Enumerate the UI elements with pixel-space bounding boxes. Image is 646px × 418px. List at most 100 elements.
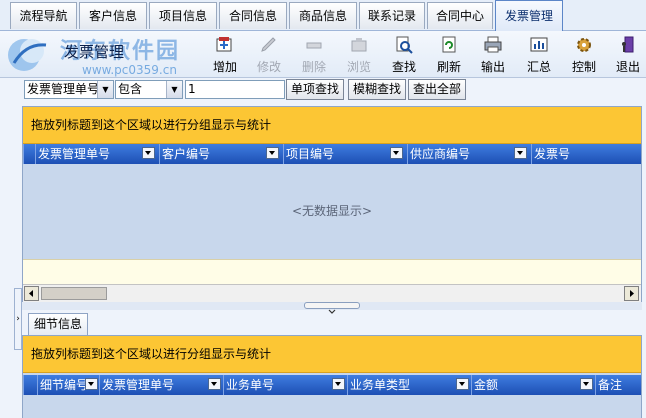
detail-column-header[interactable]: 发票管理单号 [99, 375, 223, 395]
column-header-row: 发票管理单号 客户编号 项目编号 供应商编号 发票号 [23, 144, 641, 164]
refresh-label: 刷新 [436, 60, 461, 74]
edit-label: 修改 [256, 60, 281, 74]
summary-button[interactable]: 汇总 [520, 35, 558, 75]
fuzzy-search-button[interactable]: 模糊查找 [348, 79, 406, 100]
exit-label: 退出 [615, 60, 640, 74]
tab-contact-records[interactable]: 联系记录 [359, 2, 425, 29]
search-field-select[interactable]: 发票管理单号 ▼ [24, 80, 114, 99]
tab-invoice-management[interactable]: 发票管理 [495, 0, 563, 31]
panel-splitter[interactable] [22, 302, 642, 314]
delete-label: 删除 [301, 60, 326, 74]
print-icon [484, 36, 502, 53]
detail-column-header[interactable]: 金额 [471, 375, 595, 395]
edit-button[interactable]: 修改 [250, 35, 288, 75]
search-field-value: 发票管理单号 [27, 82, 100, 96]
summary-icon [530, 37, 548, 52]
column-header-label: 备注 [598, 378, 623, 392]
row-indicator-header [23, 144, 35, 164]
scroll-thumb[interactable] [41, 287, 107, 300]
new-row[interactable] [23, 259, 641, 284]
delete-icon [306, 42, 322, 49]
horizontal-scrollbar[interactable] [23, 284, 641, 302]
column-header-label: 供应商编号 [410, 147, 471, 161]
browse-button[interactable]: 浏览 [340, 35, 378, 75]
module-logo-icon [8, 39, 47, 71]
delete-button[interactable]: 删除 [295, 35, 333, 75]
arrow-right-icon [630, 290, 634, 297]
exit-button[interactable]: 退出 [610, 35, 646, 75]
column-header-label: 发票管理单号 [38, 147, 111, 161]
column-header[interactable]: 发票号 [531, 144, 641, 164]
search-operator-value: 包含 [118, 82, 143, 96]
detail-column-header[interactable]: 业务单类型 [347, 375, 471, 395]
browse-icon [351, 38, 367, 52]
column-header-label: 发票管理单号 [102, 378, 175, 392]
edit-icon [261, 37, 276, 52]
column-header-label: 客户编号 [162, 147, 211, 161]
column-filter-icon[interactable] [332, 378, 345, 390]
chevron-down-icon[interactable]: ▼ [97, 81, 113, 98]
column-filter-icon[interactable] [208, 378, 221, 390]
module-title: 发票管理 [64, 43, 125, 61]
column-header[interactable]: 客户编号 [159, 144, 283, 164]
search-operator-select[interactable]: 包含 ▼ [115, 80, 183, 99]
column-filter-icon[interactable] [514, 147, 527, 159]
column-header[interactable]: 项目编号 [283, 144, 407, 164]
chevron-down-icon[interactable]: ▼ [166, 81, 182, 98]
module-tab-bar: 流程导航 客户信息 项目信息 合同信息 商品信息 联系记录 合同中心 发票管理 [0, 0, 646, 31]
search-input[interactable]: 1 [185, 80, 285, 99]
tab-contract-center[interactable]: 合同中心 [427, 2, 493, 29]
tab-project-info[interactable]: 项目信息 [149, 2, 217, 29]
search-bar: 发票管理单号 ▼ 包含 ▼ 1 单项查找 模糊查找 查出全部 [0, 78, 646, 103]
browse-label: 浏览 [346, 60, 371, 74]
toolbar: 河东软件园 发票管理 www.pc0359.cn 增加 修改 删除 浏览 查找 … [0, 31, 646, 78]
column-filter-icon[interactable] [390, 147, 403, 159]
detail-group-by-area[interactable]: 拖放列标题到这个区域以进行分组显示与统计 [23, 336, 641, 373]
watermark-url: www.pc0359.cn [82, 63, 177, 77]
detail-grid: 拖放列标题到这个区域以进行分组显示与统计 细节编号 发票管理单号 业务单号 业务… [22, 335, 642, 418]
column-filter-icon[interactable] [85, 378, 98, 390]
column-filter-icon[interactable] [456, 378, 469, 390]
empty-message: <无数据显示> [23, 164, 641, 259]
scroll-left-button[interactable] [24, 286, 39, 301]
column-filter-icon[interactable] [266, 147, 279, 159]
detail-column-header[interactable]: 备注 [595, 375, 641, 395]
tab-product-info[interactable]: 商品信息 [289, 2, 357, 29]
tab-process-nav[interactable]: 流程导航 [10, 2, 77, 29]
chevron-down-icon [328, 309, 336, 314]
invoice-grid: 拖放列标题到这个区域以进行分组显示与统计 发票管理单号 客户编号 项目编号 供应… [22, 106, 642, 302]
column-header-label: 细节编号 [40, 378, 89, 392]
add-button[interactable]: 增加 [206, 35, 244, 75]
summary-label: 汇总 [526, 60, 551, 74]
column-filter-icon[interactable] [142, 147, 155, 159]
group-by-area[interactable]: 拖放列标题到这个区域以进行分组显示与统计 [23, 107, 641, 144]
detail-column-header[interactable]: 细节编号 [37, 375, 99, 395]
detail-column-header[interactable]: 业务单号 [223, 375, 347, 395]
tab-detail-info[interactable]: 细节信息 [28, 313, 88, 335]
column-header-label: 业务单号 [226, 378, 275, 392]
show-all-button[interactable]: 查出全部 [408, 79, 466, 100]
add-label: 增加 [212, 60, 237, 74]
tab-contract-info[interactable]: 合同信息 [219, 2, 287, 29]
column-header-label: 发票号 [534, 147, 571, 161]
column-header[interactable]: 发票管理单号 [35, 144, 159, 164]
control-button[interactable]: 控制 [565, 35, 603, 75]
scroll-right-button[interactable] [624, 286, 639, 301]
row-indicator-header [23, 375, 37, 395]
collapse-panel-handle[interactable]: › [14, 288, 22, 350]
find-button[interactable]: 查找 [385, 35, 423, 75]
column-header-label: 金额 [474, 378, 499, 392]
splitter-grip[interactable] [304, 302, 360, 314]
find-icon [396, 36, 413, 54]
export-button[interactable]: 输出 [474, 35, 512, 75]
find-label: 查找 [391, 60, 416, 74]
column-header[interactable]: 供应商编号 [407, 144, 531, 164]
export-label: 输出 [480, 60, 505, 74]
tab-customer-info[interactable]: 客户信息 [79, 2, 147, 29]
gear-icon [577, 38, 591, 52]
column-filter-icon[interactable] [580, 378, 593, 390]
refresh-button[interactable]: 刷新 [430, 35, 468, 75]
refresh-icon [442, 36, 456, 53]
single-search-button[interactable]: 单项查找 [286, 79, 344, 100]
column-header-label: 项目编号 [286, 147, 335, 161]
